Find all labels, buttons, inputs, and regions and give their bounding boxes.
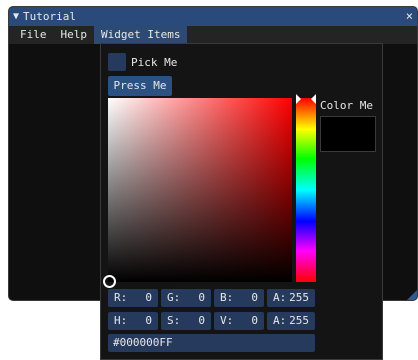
green-field[interactable]: G: 0 — [161, 289, 211, 307]
alpha-value: 255 — [289, 291, 309, 304]
hsv-alpha-value: 255 — [289, 314, 309, 327]
press-me-button[interactable]: Press Me — [108, 76, 172, 96]
value-label: V: — [220, 314, 234, 327]
hue-marker-left-icon — [296, 94, 301, 104]
alpha-field[interactable]: A: 255 — [267, 289, 315, 307]
window-titlebar[interactable]: ▼ Tutorial × — [9, 7, 417, 26]
close-icon[interactable]: × — [406, 9, 413, 23]
widget-items-popup: Pick Me Press Me Color Me R: 0 G: 0 B: 0… — [100, 43, 383, 360]
saturation-value-picker[interactable] — [108, 98, 292, 282]
menu-bar: File Help Widget Items — [9, 26, 417, 44]
value-field[interactable]: V: 0 — [214, 312, 264, 330]
hue-marker-right-icon — [311, 94, 316, 104]
saturation-field[interactable]: S: 0 — [161, 312, 211, 330]
red-field[interactable]: R: 0 — [108, 289, 158, 307]
hue-label: H: — [114, 314, 128, 327]
blue-field[interactable]: B: 0 — [214, 289, 264, 307]
hue-value: 0 — [145, 314, 152, 327]
hue-field[interactable]: H: 0 — [108, 312, 158, 330]
red-label: R: — [114, 291, 128, 304]
window-title: Tutorial — [23, 10, 77, 23]
color-me-label: Color Me — [320, 99, 373, 112]
hue-slider[interactable] — [296, 98, 316, 282]
blue-label: B: — [220, 291, 234, 304]
resize-grip-icon[interactable] — [407, 290, 417, 300]
saturation-label: S: — [167, 314, 181, 327]
hex-input[interactable]: #000000FF — [108, 334, 315, 352]
red-value: 0 — [145, 291, 152, 304]
alpha-label: A: — [273, 291, 287, 304]
pick-me-color-button[interactable] — [108, 53, 126, 71]
green-value: 0 — [198, 291, 205, 304]
menu-widget-items[interactable]: Widget Items — [94, 26, 188, 44]
hsv-alpha-field[interactable]: A: 255 — [267, 312, 315, 330]
blue-value: 0 — [251, 291, 258, 304]
green-label: G: — [167, 291, 181, 304]
menu-file[interactable]: File — [13, 26, 54, 44]
menu-help[interactable]: Help — [54, 26, 95, 44]
color-me-preview[interactable] — [320, 116, 376, 152]
collapse-arrow-icon[interactable]: ▼ — [13, 11, 19, 22]
saturation-value: 0 — [198, 314, 205, 327]
hsv-alpha-label: A: — [273, 314, 287, 327]
value-value: 0 — [251, 314, 258, 327]
picker-cursor-icon[interactable] — [103, 275, 116, 288]
pick-me-label: Pick Me — [131, 56, 178, 69]
